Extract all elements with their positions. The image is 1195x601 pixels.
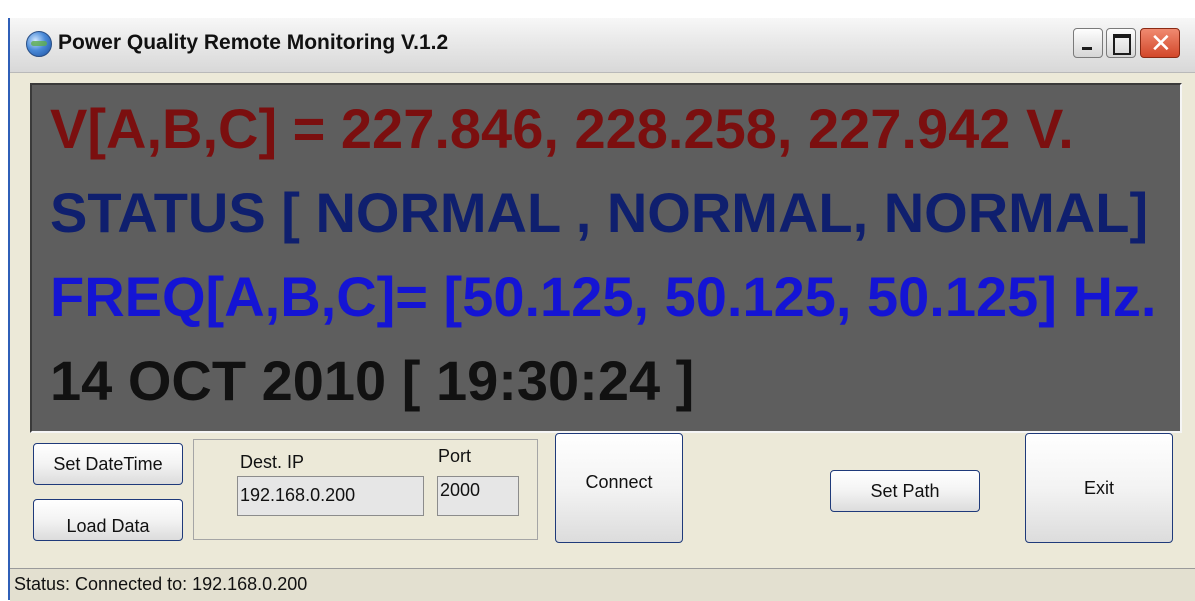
minimize-button[interactable]: [1073, 28, 1103, 58]
close-button[interactable]: ✕: [1140, 28, 1180, 58]
connection-group: Dest. IP Port 192.168.0.200 2000: [193, 439, 538, 540]
status-readout: STATUS [ NORMAL , NORMAL, NORMAL]: [50, 181, 1149, 244]
close-icon: ✕: [1150, 28, 1172, 58]
port-label: Port: [438, 446, 472, 466]
exit-button[interactable]: Exit: [1025, 433, 1173, 543]
window-title: Power Quality Remote Monitoring V.1.2: [58, 31, 449, 54]
connect-button[interactable]: Connect: [555, 433, 683, 543]
datetime-readout: 14 OCT 2010 [ 19:30:24 ]: [50, 349, 695, 412]
set-path-button[interactable]: Set Path: [830, 470, 980, 512]
title-bar[interactable]: Power Quality Remote Monitoring V.1.2 ✕: [10, 18, 1195, 73]
status-bar: Status: Connected to: 192.168.0.200: [10, 568, 1195, 601]
globe-icon: [26, 31, 52, 57]
load-data-button[interactable]: Load Data: [33, 499, 183, 541]
status-text: Status: Connected to: 192.168.0.200: [14, 574, 308, 594]
voltage-readout: V[A,B,C] = 227.846, 228.258, 227.942 V.: [50, 97, 1074, 160]
minimize-icon: [1082, 47, 1092, 50]
dest-ip-label: Dest. IP: [240, 452, 305, 472]
app-window: Power Quality Remote Monitoring V.1.2 ✕ …: [8, 18, 1195, 601]
readout-display: V[A,B,C] = 227.846, 228.258, 227.942 V. …: [30, 83, 1182, 433]
maximize-button[interactable]: [1106, 28, 1136, 58]
port-field[interactable]: 2000: [437, 476, 519, 516]
set-datetime-button[interactable]: Set DateTime: [33, 443, 183, 485]
frequency-readout: FREQ[A,B,C]= [50.125, 50.125, 50.125] Hz…: [50, 265, 1157, 328]
maximize-icon: [1113, 34, 1131, 55]
dest-ip-field[interactable]: 192.168.0.200: [237, 476, 424, 516]
